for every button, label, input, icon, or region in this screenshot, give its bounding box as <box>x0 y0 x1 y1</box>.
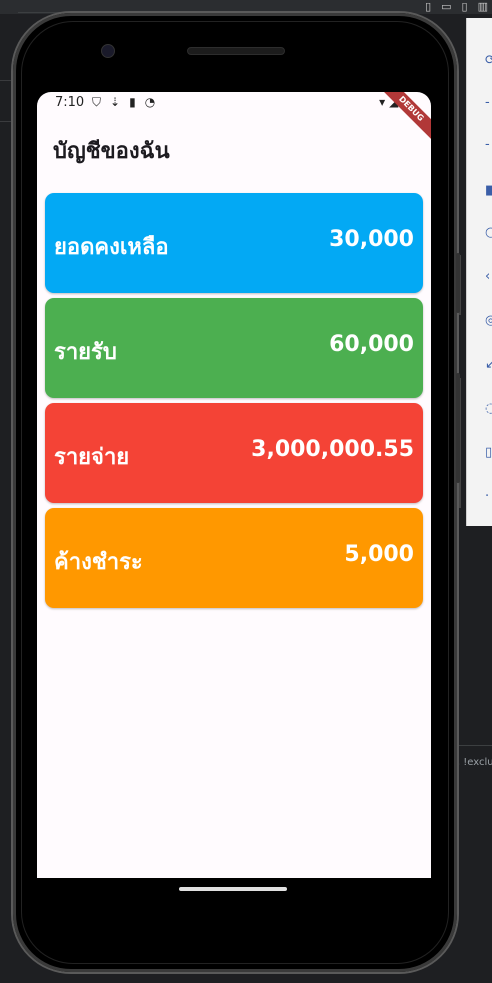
minus-icon[interactable]: - <box>485 138 490 152</box>
dot-icon[interactable]: ◌ <box>485 402 492 416</box>
download-icon: ⇣ <box>110 95 121 109</box>
front-camera <box>101 44 115 58</box>
ide-top-bar: ▯ ▭ ▯ ▥ <box>0 0 492 14</box>
layout-bottom-icon[interactable]: ▭ <box>441 0 451 14</box>
status-time: 7:10 <box>55 95 85 110</box>
card-value: 60,000 <box>329 332 414 357</box>
ide-console-text: t, !exclu <box>453 757 492 768</box>
card-value: 5,000 <box>344 542 414 567</box>
volume-button[interactable] <box>456 253 460 313</box>
wifi-icon: ▾ <box>379 95 386 109</box>
card-value: 30,000 <box>329 227 414 252</box>
ide-layout-toolbar: ▯ ▭ ▯ ▥ <box>425 0 488 14</box>
minus-icon[interactable]: - <box>485 96 490 110</box>
more-icon[interactable]: · <box>485 490 489 504</box>
refresh-icon[interactable]: ⟳ <box>485 54 492 68</box>
layout-split-icon[interactable]: ▥ <box>478 0 488 14</box>
square-icon[interactable]: ■ <box>485 184 492 198</box>
home-indicator[interactable] <box>179 887 287 891</box>
earpiece-speaker <box>187 47 285 55</box>
device-icon[interactable]: ▯ <box>485 446 492 460</box>
balance-card[interactable]: ยอดคงเหลือ 30,000 <box>45 193 423 293</box>
income-card[interactable]: รายรับ 60,000 <box>45 298 423 398</box>
layout-right-icon[interactable]: ▯ <box>462 0 468 14</box>
card-label: ค้างชำระ <box>54 550 143 575</box>
page-title: บัญชีของฉัน <box>53 139 170 164</box>
pending-card[interactable]: ค้างชำระ 5,000 <box>45 508 423 608</box>
app-screen: 7:10 ⛉ ⇣ ▮ ◔ ▾ ◢ ▮ DEBUG บัญชีของฉัน ยอด… <box>37 92 431 878</box>
circle-icon[interactable]: ○ <box>485 226 492 240</box>
phone-frame: 7:10 ⛉ ⇣ ▮ ◔ ▾ ◢ ▮ DEBUG บัญชีของฉัน ยอด… <box>13 13 460 972</box>
status-bar: 7:10 ⛉ ⇣ ▮ ◔ ▾ ◢ ▮ <box>37 92 431 114</box>
sync-icon: ◔ <box>144 95 156 109</box>
card-label: รายจ่าย <box>54 445 130 470</box>
card-value: 3,000,000.55 <box>251 437 414 462</box>
power-button[interactable] <box>456 373 460 483</box>
shield-icon: ⛉ <box>92 95 102 109</box>
arrow-icon[interactable]: ↙ <box>485 358 492 372</box>
expense-card[interactable]: รายจ่าย 3,000,000.55 <box>45 403 423 503</box>
card-label: รายรับ <box>54 340 117 365</box>
status-notification-icons: ⛉ ⇣ ▮ ◔ <box>92 95 155 110</box>
sd-card-icon: ▮ <box>129 95 136 109</box>
back-arrow-icon[interactable]: ‹ <box>485 270 490 284</box>
eye-icon[interactable]: ◎ <box>485 314 492 328</box>
card-label: ยอดคงเหลือ <box>54 235 169 260</box>
ide-right-tool-panel: ⟳ - - ■ ○ ‹ ◎ ↙ ◌ ▯ · <box>466 18 492 526</box>
layout-left-icon[interactable]: ▯ <box>425 0 431 14</box>
